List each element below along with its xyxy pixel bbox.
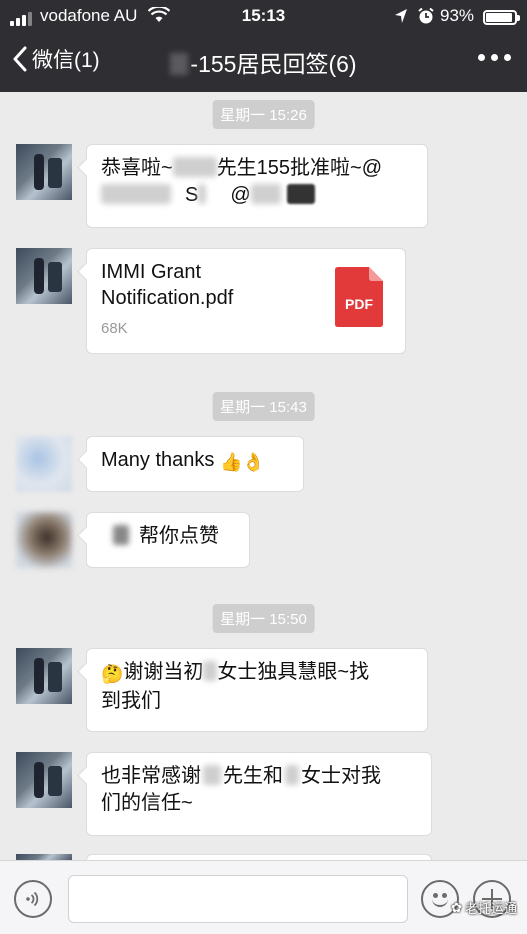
message-bubble[interactable]: 恭喜啦~ 先生155批准啦~@ S @ xyxy=(86,144,428,228)
more-button[interactable] xyxy=(478,54,511,61)
pdf-label: PDF xyxy=(345,296,373,312)
battery-icon xyxy=(483,10,520,25)
navigation-bar: 微信(1) -155居民回签(6) xyxy=(0,32,527,92)
avatar[interactable] xyxy=(16,752,72,808)
battery-percent: 93% xyxy=(440,6,475,25)
avatar[interactable] xyxy=(16,512,72,568)
thinking-face-icon: 🤔 xyxy=(101,664,124,684)
voice-button[interactable] xyxy=(14,880,52,918)
wechat-logo-icon: ✿ xyxy=(451,899,462,915)
watermark-text: 老托运通 xyxy=(464,901,517,916)
alarm-icon xyxy=(417,7,435,30)
timestamp: 星期一 15:26 xyxy=(212,100,315,129)
watermark: ✿ 老托运通 xyxy=(451,898,517,917)
message-list[interactable]: 星期一 15:26 恭喜啦~ 先生155批准啦~@ S @ IMMI Grant N… xyxy=(0,92,527,860)
message-bubble[interactable]: 🤔谢谢当初 女士独具慧眼~找 到我们 xyxy=(86,648,428,732)
header: vodafone AU 15:13 93% 微信(1) -155居民回签(6) xyxy=(0,0,527,92)
pdf-file-icon: PDF xyxy=(335,267,383,327)
message-bubble[interactable]: 帮你点赞 xyxy=(86,512,250,568)
avatar[interactable] xyxy=(16,144,72,200)
input-bar xyxy=(0,860,527,934)
chat-title: -155居民回签(6) xyxy=(0,45,527,79)
ok-hand-icon: 👌 xyxy=(242,452,265,472)
redaction xyxy=(170,53,189,75)
message-input[interactable] xyxy=(68,875,408,923)
wechat-chat-screen: vodafone AU 15:13 93% 微信(1) -155居民回签(6) xyxy=(0,0,527,934)
status-bar: vodafone AU 15:13 93% xyxy=(0,0,527,32)
voice-icon xyxy=(26,891,39,907)
location-icon xyxy=(394,8,408,29)
timestamp: 星期一 15:50 xyxy=(212,604,315,633)
file-message[interactable]: IMMI Grant Notification.pdf 68K PDF xyxy=(86,248,406,354)
file-name: IMMI Grant Notification.pdf xyxy=(101,261,234,309)
timestamp: 星期一 15:43 xyxy=(212,392,315,421)
avatar[interactable] xyxy=(16,648,72,704)
more-dots-icon xyxy=(478,54,511,61)
avatar[interactable] xyxy=(16,248,72,304)
avatar[interactable] xyxy=(16,436,72,492)
message-bubble[interactable]: 也非常感谢 先生和 女士对我 们的信任~ xyxy=(86,752,432,836)
message-bubble[interactable]: Many thanks 👍👌 xyxy=(86,436,304,492)
thumbs-up-icon: 👍 xyxy=(219,452,243,472)
chat-title-text: -155居民回签(6) xyxy=(190,51,357,77)
